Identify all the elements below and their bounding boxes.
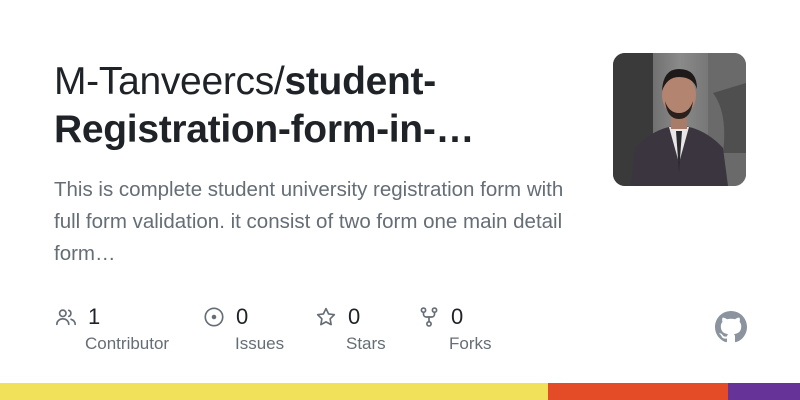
issues-label: Issues <box>235 334 285 353</box>
issue-count: 0 <box>236 304 249 329</box>
language-bar-segment <box>0 383 548 400</box>
stat-issues[interactable]: 0 Issues <box>202 303 284 353</box>
repo-name-line-1: student- <box>284 60 436 103</box>
avatar <box>613 53 746 186</box>
stat-contributors[interactable]: 1 Contributor <box>54 303 169 353</box>
stat-stars[interactable]: 0 Stars <box>314 303 386 353</box>
star-icon <box>314 305 338 329</box>
language-bar-segment <box>728 383 800 400</box>
repo-name-line-2: Registration-form-in-… <box>54 108 475 151</box>
contributor-count: 1 <box>88 304 101 329</box>
fork-count: 0 <box>451 304 464 329</box>
repo-description: This is complete student university regi… <box>54 178 564 265</box>
repo-title: M-Tanveercs/student- Registration-form-i… <box>54 58 594 154</box>
contributor-label: Contributor <box>85 334 170 353</box>
language-bar <box>0 383 800 400</box>
github-icon[interactable] <box>715 311 747 343</box>
people-icon <box>54 305 78 329</box>
issue-icon <box>202 305 226 329</box>
stars-label: Stars <box>346 334 386 353</box>
repo-owner: M-Tanveercs/ <box>54 60 285 103</box>
forks-label: Forks <box>449 334 492 353</box>
star-count: 0 <box>348 304 361 329</box>
stat-forks[interactable]: 0 Forks <box>417 303 492 353</box>
fork-icon <box>417 305 441 329</box>
language-bar-segment <box>548 383 728 400</box>
user-avatar-photo <box>613 53 746 186</box>
